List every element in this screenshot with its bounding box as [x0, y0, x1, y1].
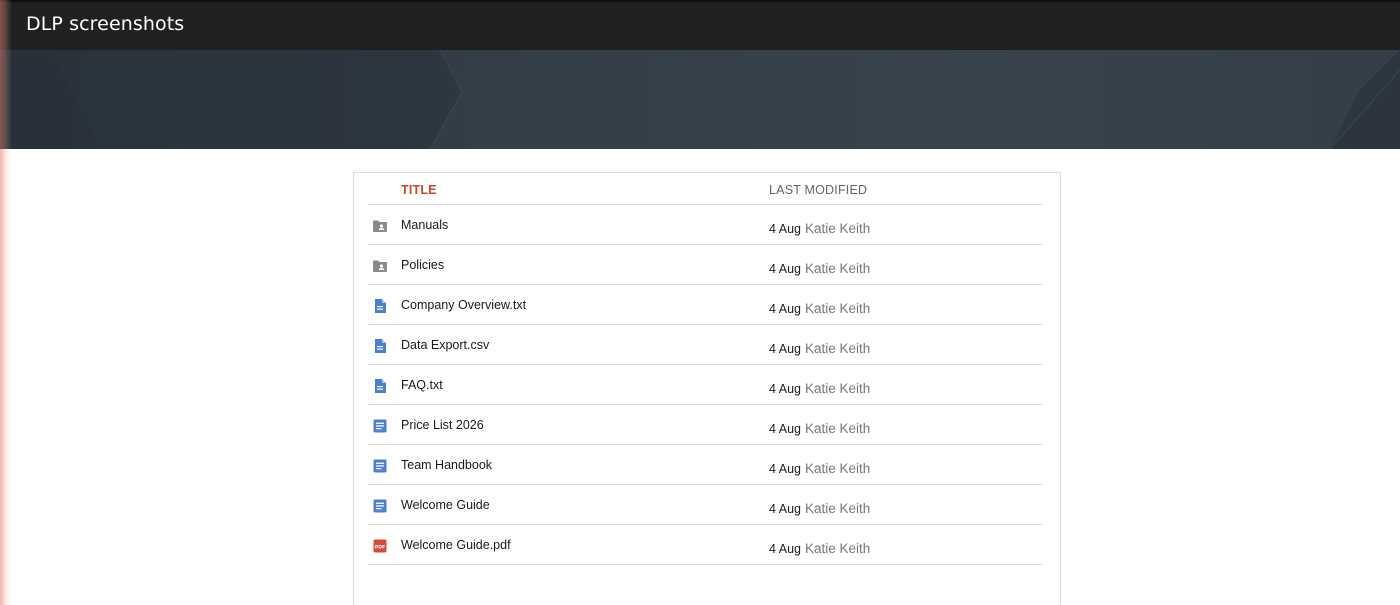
modified-date: 4 Aug: [769, 462, 801, 476]
modified-date: 4 Aug: [769, 502, 801, 516]
modified-by: Katie Keith: [805, 541, 871, 556]
file-row[interactable]: Policies 4 Aug Katie Keith: [368, 245, 1042, 285]
file-row[interactable]: Team Handbook 4 Aug Katie Keith: [368, 445, 1042, 485]
banner-pattern: [0, 50, 1400, 149]
page: DLP screenshots TITLE LAST MODIFIED Manu…: [0, 0, 1400, 605]
file-name[interactable]: Team Handbook: [401, 458, 492, 472]
modified-by: Katie Keith: [805, 421, 871, 436]
modified-date: 4 Aug: [769, 422, 801, 436]
file-row[interactable]: Data Export.csv 4 Aug Katie Keith: [368, 325, 1042, 365]
file-icon: [372, 338, 388, 354]
modified-by: Katie Keith: [805, 341, 871, 356]
file-name[interactable]: Manuals: [401, 218, 448, 232]
file-name[interactable]: Welcome Guide.pdf: [401, 538, 511, 552]
file-icon: [372, 378, 388, 394]
column-header-last-modified[interactable]: LAST MODIFIED: [769, 183, 867, 197]
modified-by: Katie Keith: [805, 261, 871, 276]
file-list: Manuals 4 Aug Katie Keith Policies 4 Aug…: [368, 205, 1042, 565]
file-row[interactable]: FAQ.txt 4 Aug Katie Keith: [368, 365, 1042, 405]
file-name[interactable]: Policies: [401, 258, 444, 272]
top-bar: DLP screenshots: [0, 0, 1400, 50]
modified-date: 4 Aug: [769, 302, 801, 316]
file-icon: [372, 298, 388, 314]
shared-folder-icon: [372, 218, 388, 234]
file-name[interactable]: FAQ.txt: [401, 378, 443, 392]
file-name[interactable]: Price List 2026: [401, 418, 484, 432]
file-name[interactable]: Data Export.csv: [401, 338, 489, 352]
file-row[interactable]: Price List 2026 4 Aug Katie Keith: [368, 405, 1042, 445]
file-name[interactable]: Welcome Guide: [401, 498, 490, 512]
modified-by: Katie Keith: [805, 501, 871, 516]
header-banner: [0, 50, 1400, 149]
file-name[interactable]: Company Overview.txt: [401, 298, 526, 312]
file-row[interactable]: PDF Welcome Guide.pdf 4 Aug Katie Keith: [368, 525, 1042, 565]
document-icon: [372, 418, 388, 434]
modified-date: 4 Aug: [769, 342, 801, 356]
shared-folder-icon: [372, 258, 388, 274]
modified-date: 4 Aug: [769, 262, 801, 276]
modified-by: Katie Keith: [805, 461, 871, 476]
file-row[interactable]: Manuals 4 Aug Katie Keith: [368, 205, 1042, 245]
file-list-header: TITLE LAST MODIFIED: [368, 173, 1042, 205]
modified-date: 4 Aug: [769, 222, 801, 236]
modified-date: 4 Aug: [769, 542, 801, 556]
site-title[interactable]: DLP screenshots: [26, 13, 184, 35]
svg-text:PDF: PDF: [375, 544, 385, 550]
document-icon: [372, 498, 388, 514]
document-icon: [372, 458, 388, 474]
file-row[interactable]: Welcome Guide 4 Aug Katie Keith: [368, 485, 1042, 525]
pdf-icon: PDF: [372, 538, 388, 554]
modified-by: Katie Keith: [805, 221, 871, 236]
modified-by: Katie Keith: [805, 381, 871, 396]
modified-by: Katie Keith: [805, 301, 871, 316]
modified-date: 4 Aug: [769, 382, 801, 396]
file-row[interactable]: Company Overview.txt 4 Aug Katie Keith: [368, 285, 1042, 325]
file-list-card: TITLE LAST MODIFIED Manuals 4 Aug Katie …: [353, 172, 1061, 605]
column-header-title[interactable]: TITLE: [401, 183, 437, 197]
